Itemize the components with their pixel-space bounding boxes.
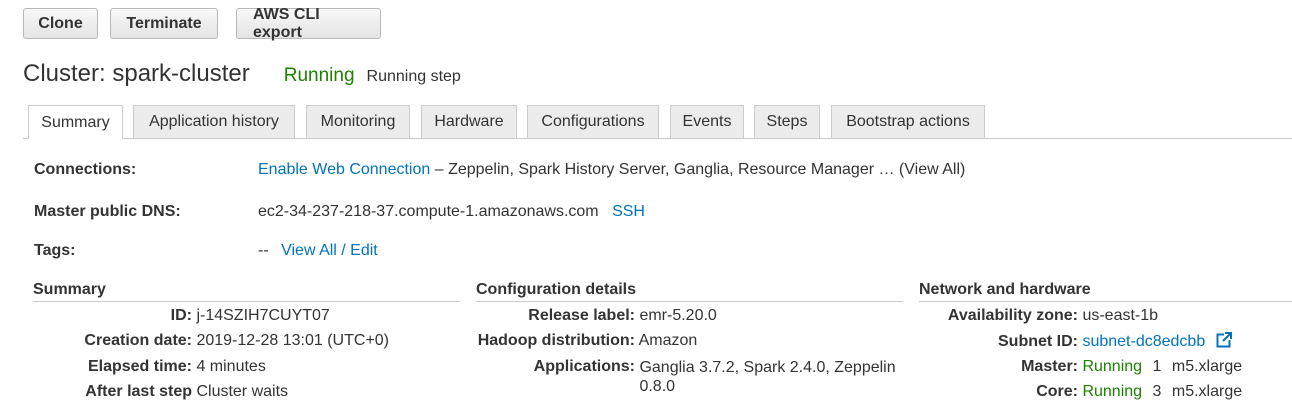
summary-creation-date: Creation date: 2019-12-28 13:01 (UTC+0) bbox=[33, 332, 389, 350]
master-dns-label: Master public DNS: bbox=[34, 203, 181, 220]
summary-id: ID: j-14SZIH7CUYT07 bbox=[33, 307, 330, 325]
config-hadoop-distribution: Hadoop distribution: Amazon bbox=[476, 332, 698, 350]
network-subnet-id: Subnet ID: subnet-dc8edcbb bbox=[919, 332, 1232, 353]
connections-label: Connections: bbox=[34, 161, 137, 178]
applications-value: Ganglia 3.7.2, Spark 2.4.0, Zeppelin 0.8… bbox=[639, 358, 895, 396]
tab-bootstrap-actions[interactable]: Bootstrap actions bbox=[831, 105, 985, 138]
tab-hardware[interactable]: Hardware bbox=[421, 105, 517, 138]
terminate-button[interactable]: Terminate bbox=[110, 8, 218, 39]
tags-label: Tags: bbox=[34, 242, 76, 259]
cluster-substatus: Running step bbox=[366, 68, 461, 85]
master-count: 1 bbox=[1152, 358, 1162, 375]
page-title: Cluster: spark-cluster bbox=[23, 60, 250, 87]
network-core: Core: Running 3 m5.xlarge bbox=[919, 383, 1242, 401]
aws-cli-export-button[interactable]: AWS CLI export bbox=[236, 6, 381, 41]
cluster-status: Running bbox=[283, 65, 355, 86]
cluster-header: Cluster: spark-cluster Running Running s… bbox=[23, 60, 461, 88]
applications-value-line1: Ganglia 3.7.2, Spark 2.4.0, Zeppelin bbox=[639, 359, 896, 376]
applications-value-line2: 0.8.0 bbox=[639, 378, 676, 395]
after-last-step-label: After last step bbox=[85, 383, 192, 400]
tags-value: -- View All / Edit bbox=[258, 242, 378, 260]
core-status: Running bbox=[1082, 383, 1143, 400]
subnet-id-link[interactable]: subnet-dc8edcbb bbox=[1082, 333, 1205, 350]
elapsed-time-value: 4 minutes bbox=[196, 358, 266, 375]
release-label-value: emr-5.20.0 bbox=[639, 307, 717, 324]
after-last-step-value: Cluster waits bbox=[196, 383, 289, 400]
hadoop-distribution-value: Amazon bbox=[638, 332, 698, 349]
tab-application-history[interactable]: Application history bbox=[133, 105, 295, 138]
connections-apps: – Zeppelin, Spark History Server, Gangli… bbox=[434, 161, 966, 178]
creation-date-label: Creation date: bbox=[84, 332, 192, 349]
enable-web-connection-link[interactable]: Enable Web Connection bbox=[258, 161, 430, 178]
external-link-icon[interactable] bbox=[1216, 332, 1232, 353]
release-label-key: Release label: bbox=[528, 307, 635, 324]
core-count: 3 bbox=[1152, 383, 1162, 400]
ssh-link[interactable]: SSH bbox=[612, 203, 645, 220]
clone-button[interactable]: Clone bbox=[23, 8, 98, 39]
master-dns-value: ec2-34-237-218-37.compute-1.amazonaws.co… bbox=[258, 203, 645, 221]
toolbar: Clone Terminate AWS CLI export bbox=[23, 6, 381, 41]
connections-value: Enable Web Connection – Zeppelin, Spark … bbox=[258, 161, 965, 179]
hadoop-distribution-label: Hadoop distribution: bbox=[477, 332, 635, 349]
tab-configurations[interactable]: Configurations bbox=[527, 105, 659, 138]
summary-id-value: j-14SZIH7CUYT07 bbox=[196, 307, 330, 324]
master-instance-type: m5.xlarge bbox=[1171, 358, 1243, 375]
tab-events[interactable]: Events bbox=[670, 105, 744, 138]
tab-monitoring[interactable]: Monitoring bbox=[306, 105, 410, 138]
subnet-id-label: Subnet ID: bbox=[998, 333, 1078, 350]
config-release-label: Release label: emr-5.20.0 bbox=[476, 307, 717, 325]
tab-bar: Summary Application history Monitoring H… bbox=[23, 105, 1292, 139]
availability-zone-value: us-east-1b bbox=[1082, 307, 1159, 324]
summary-elapsed-time: Elapsed time: 4 minutes bbox=[33, 358, 266, 376]
elapsed-time-label: Elapsed time: bbox=[87, 358, 192, 375]
creation-date-value: 2019-12-28 13:01 (UTC+0) bbox=[196, 332, 390, 349]
configuration-section-title: Configuration details bbox=[476, 281, 903, 302]
master-label: Master: bbox=[1021, 358, 1078, 375]
tags-empty: -- bbox=[258, 242, 269, 259]
core-instance-type: m5.xlarge bbox=[1171, 383, 1243, 400]
tab-summary[interactable]: Summary bbox=[28, 105, 123, 139]
tab-steps[interactable]: Steps bbox=[754, 105, 820, 138]
master-dns: ec2-34-237-218-37.compute-1.amazonaws.co… bbox=[258, 203, 599, 220]
core-label: Core: bbox=[1036, 383, 1078, 400]
summary-after-last-step: After last step Cluster waits bbox=[33, 383, 288, 401]
network-section-title: Network and hardware bbox=[919, 281, 1292, 302]
applications-label: Applications: bbox=[533, 358, 635, 375]
config-applications: Applications: Ganglia 3.7.2, Spark 2.4.0… bbox=[476, 358, 896, 396]
master-status: Running bbox=[1082, 358, 1143, 375]
network-availability-zone: Availability zone: us-east-1b bbox=[919, 307, 1158, 325]
network-master: Master: Running 1 m5.xlarge bbox=[919, 358, 1242, 376]
summary-section-title: Summary bbox=[33, 281, 460, 302]
summary-id-label: ID: bbox=[170, 307, 192, 324]
availability-zone-label: Availability zone: bbox=[947, 307, 1078, 324]
tags-view-edit-link[interactable]: View All / Edit bbox=[281, 242, 378, 259]
